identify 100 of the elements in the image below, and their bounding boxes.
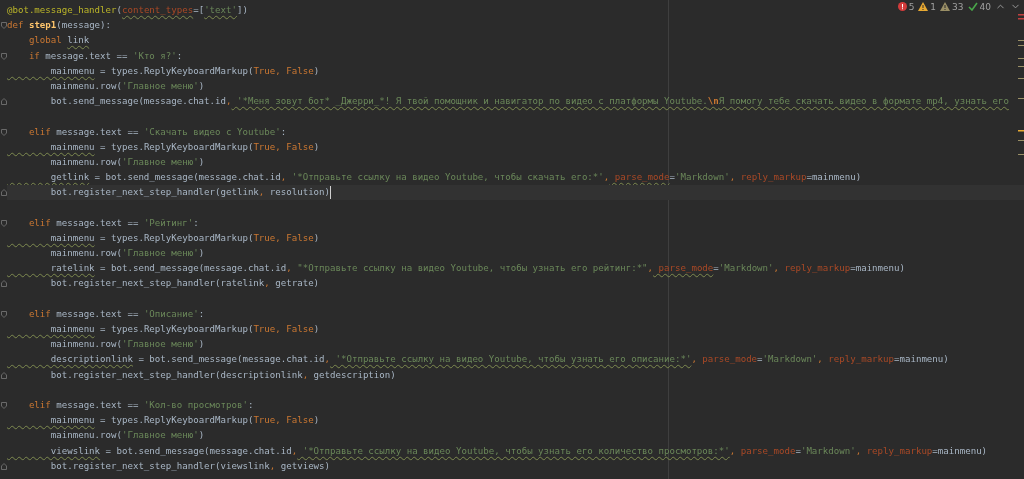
fold-icon[interactable] (0, 219, 7, 227)
string-literal: Я помогу тебе скачать видео в формате mp4, узнать его (718, 95, 1009, 109)
code-text: (message): (56, 19, 112, 33)
fold-icon[interactable] (0, 189, 7, 197)
function-name: step1 (28, 19, 57, 33)
fold-icon[interactable] (0, 52, 7, 60)
code-text: =mainmenu) (806, 171, 862, 185)
problem-count[interactable]: 5 (908, 1, 915, 12)
code-text: =mainmenu) (894, 353, 949, 367)
keyword: True, False (253, 140, 314, 154)
code-text: descriptionlink (49, 353, 133, 367)
code-text: ) (313, 64, 320, 78)
problem-count[interactable]: 1 (930, 1, 937, 12)
code-text: viewslink (49, 444, 101, 458)
keyword: , (729, 444, 736, 458)
parameter-name: parse_mode (613, 171, 670, 185)
keyword: , (286, 262, 292, 276)
string-literal: 'Кто я?' (132, 49, 177, 63)
code-text: bot.register_next_step_handler(viewslink (49, 459, 270, 473)
keyword: elif (27, 216, 51, 230)
fold-icon[interactable] (0, 98, 7, 106)
code-text: ) (313, 323, 320, 337)
code-text: = bot.send_message(message.chat.id (93, 171, 281, 185)
code-text: : (280, 125, 287, 139)
parameter-name: reply_markup (865, 444, 933, 458)
code-text: mainmenu (49, 323, 95, 337)
fold-icon[interactable] (0, 371, 7, 379)
code-text: getviews) (279, 459, 331, 473)
code-text: = (669, 171, 675, 185)
string-literal: '*Меня зовут бот* _Джерри_*! Я твой помощник и навигатор по видео с платформы Youtube. (235, 95, 708, 109)
keyword: , (269, 459, 276, 473)
problem-count[interactable]: 33 (952, 1, 964, 12)
keyword: global (27, 34, 63, 48)
code-text: bot.send_message(message.chat.id (49, 95, 226, 109)
string-literal: 'Описание' (143, 307, 199, 321)
keyword: , (729, 171, 736, 185)
code-text: ) (313, 140, 320, 154)
code-text: ) (313, 414, 320, 428)
code-text: = types.ReplyKeyboardMarkup( (99, 231, 254, 245)
parameter-name: parse_mode (739, 444, 796, 458)
code-text: ) (198, 80, 205, 94)
fold-icon[interactable] (0, 128, 7, 136)
string-literal: '*Отправьте ссылку на видео Youtube, чтобы узнать его количество просмотров:*' (301, 444, 730, 458)
keyword: True, False (253, 64, 314, 78)
keyword: elif (27, 398, 51, 412)
code-text: ) (313, 231, 320, 245)
string-literal: 'Markdown' (800, 444, 856, 458)
code-text: message.text == (55, 216, 140, 230)
keyword: , (291, 444, 298, 458)
keyword: , (324, 353, 331, 367)
keyword: , (280, 171, 287, 185)
keyword: , (302, 368, 309, 382)
code-text: mainmenu (49, 64, 95, 78)
string-literal: 'Рейтинг' (143, 216, 194, 230)
code-text: mainmenu.row( (49, 155, 122, 169)
parameter-name: reply_markup (783, 262, 851, 276)
code-text: mainmenu (49, 231, 95, 245)
string-literal: 'Главное меню' (122, 338, 199, 352)
code-text: ratelink (49, 262, 95, 276)
code-text: mainmenu (49, 414, 95, 428)
string-literal: "*Отправьте ссылку на видео Youtube, чтобы узнать его рейтинг:*" (296, 262, 648, 276)
string-literal: 'Главное меню' (122, 247, 199, 261)
code-text: = types.ReplyKeyboardMarkup( (99, 140, 254, 154)
code-text: ) (198, 155, 205, 169)
keyword: , (855, 444, 862, 458)
keyword: True, False (253, 231, 314, 245)
string-literal: '*Отправьте ссылку на видео Youtube, чтобы узнать его описание:*' (334, 353, 692, 367)
code-text: = (795, 444, 801, 458)
string-literal: 'Главное меню' (122, 429, 199, 443)
problem-count[interactable]: 40 (979, 1, 991, 12)
code-text: mainmenu.row( (49, 338, 122, 352)
fold-icon[interactable] (0, 462, 7, 470)
keyword: , (647, 262, 654, 276)
string-literal: 'Скачать видео с Youtube' (143, 125, 281, 139)
string-literal: 'text' (204, 4, 237, 18)
keyword: def (7, 19, 25, 33)
string-literal: 'Markdown' (718, 262, 774, 276)
keyword: , (264, 277, 270, 291)
keyword: , (691, 353, 697, 367)
code-text: getdescription) (312, 368, 396, 382)
code-text: = types.ReplyKeyboardMarkup( (99, 414, 254, 428)
keyword: , (603, 171, 610, 185)
fold-icon[interactable] (0, 401, 7, 409)
fold-icon[interactable] (0, 280, 7, 288)
code-text: ) (198, 429, 205, 443)
keyword: , (817, 353, 823, 367)
fold-icon[interactable] (0, 22, 7, 30)
keyword: , (258, 186, 265, 200)
code-text: ( (116, 4, 122, 18)
code-text: = bot.send_message(message.chat.id (137, 353, 325, 367)
code-text: getlink (49, 171, 90, 185)
code-text: ) (198, 338, 205, 352)
code-text: bot.register_next_step_handler(getlink (49, 186, 259, 200)
code-text: =mainmenu) (932, 444, 988, 458)
code-text: mainmenu.row( (49, 429, 122, 443)
code-text: message.text == (44, 49, 129, 63)
code-text: ]) (237, 4, 248, 18)
code-text: message.text == (55, 307, 140, 321)
fold-icon[interactable] (0, 310, 7, 318)
keyword: , (226, 95, 232, 109)
